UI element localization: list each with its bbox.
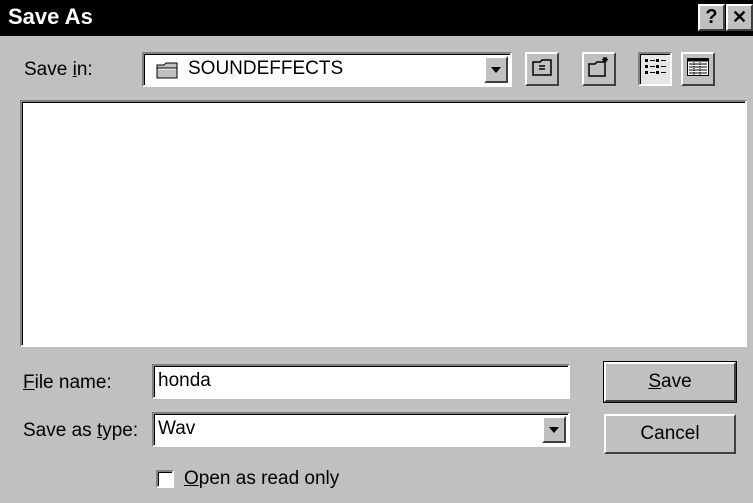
- help-button[interactable]: ?: [698, 4, 725, 31]
- dialog-title: Save As: [8, 4, 93, 29]
- details-view-button[interactable]: [681, 52, 715, 86]
- create-new-folder-button[interactable]: [582, 52, 616, 86]
- up-one-level-icon: [531, 57, 553, 82]
- save-in-value: SOUNDEFFECTS: [188, 58, 344, 79]
- save-as-type-value: Wav: [158, 418, 196, 439]
- save-as-type-combobox[interactable]: Wav: [152, 412, 570, 447]
- chevron-down-icon: [549, 426, 559, 433]
- read-only-label[interactable]: Open as read only: [184, 468, 339, 490]
- create-new-folder-icon: [587, 56, 611, 83]
- help-icon: ?: [705, 6, 718, 28]
- save-in-label: Save in:: [24, 59, 93, 80]
- up-one-level-button[interactable]: [525, 52, 559, 86]
- file-list[interactable]: [20, 100, 747, 347]
- close-button[interactable]: ✕: [726, 4, 753, 31]
- details-view-icon: [686, 56, 710, 83]
- file-name-value: honda: [158, 370, 211, 391]
- list-view-icon: [643, 56, 667, 83]
- chevron-down-icon: [491, 66, 501, 73]
- save-as-type-dropdown-button[interactable]: [542, 416, 566, 443]
- folder-icon: [156, 61, 178, 84]
- cancel-button-label: Cancel: [640, 423, 700, 444]
- save-button[interactable]: Save: [603, 361, 737, 403]
- title-bar[interactable]: Save As ? ✕: [0, 0, 753, 36]
- cancel-button[interactable]: Cancel: [604, 414, 736, 454]
- save-as-type-label: Save as type:: [23, 420, 139, 441]
- save-in-dropdown-button[interactable]: [484, 56, 508, 83]
- file-name-label: File name:: [23, 372, 112, 393]
- read-only-checkbox[interactable]: [156, 470, 174, 488]
- list-view-button[interactable]: [638, 52, 672, 86]
- save-button-label: Save: [648, 371, 692, 392]
- file-name-input[interactable]: honda: [152, 364, 570, 399]
- close-icon: ✕: [731, 7, 748, 27]
- save-in-combobox[interactable]: SOUNDEFFECTS: [142, 52, 512, 87]
